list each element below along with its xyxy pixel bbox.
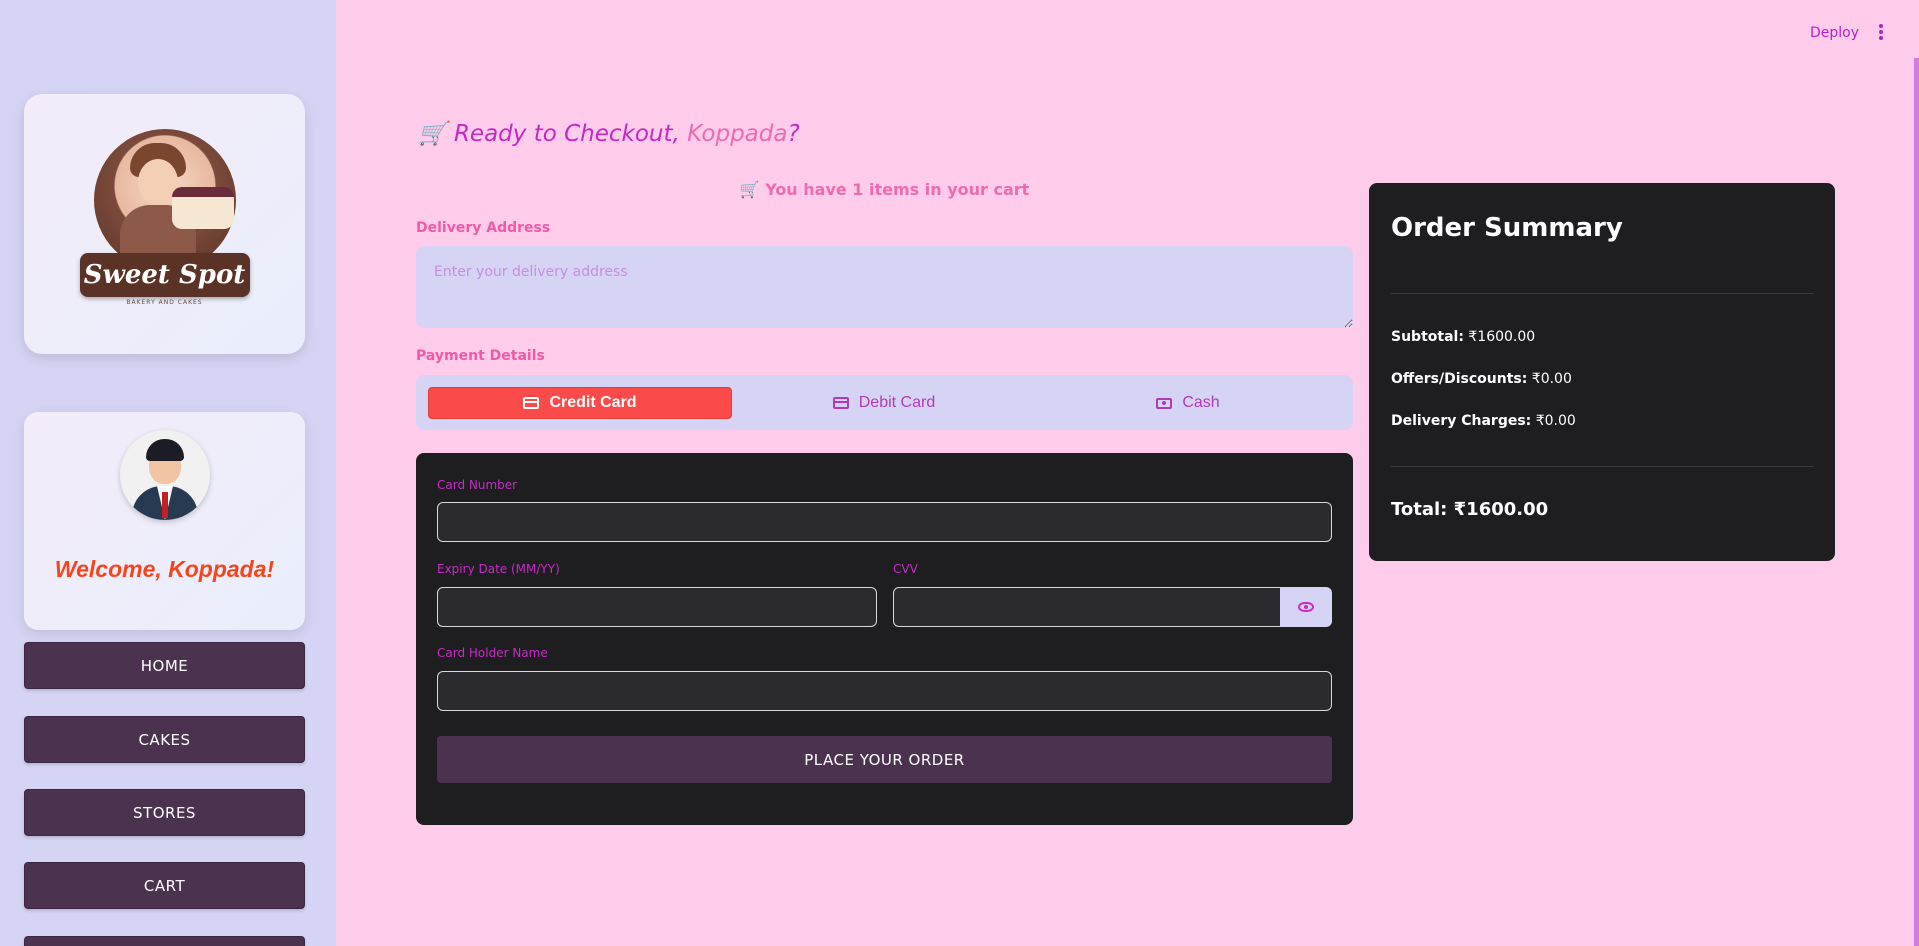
divider [1391,466,1813,467]
cart-count-text: 🛒 You have 1 items in your cart [739,180,1030,199]
sidebar: Sweet Spot BAKERY AND CAKES Welcome, Kop… [0,0,336,946]
logo-subtext: BAKERY AND CAKES [126,299,203,306]
expiry-date-label: Expiry Date (MM/YY) [437,562,560,576]
nav-cart-button[interactable]: CART [24,862,305,909]
tab-debit-card[interactable]: Debit Card [732,387,1036,419]
nav-home-button[interactable]: HOME [24,642,305,689]
tab-credit-card[interactable]: Credit Card [428,387,732,419]
show-password-button[interactable] [1280,587,1332,627]
order-total: Total: ₹1600.00 [1391,499,1549,520]
delivery-address-label: Delivery Address [416,220,551,236]
avatar [120,430,210,520]
card-number-label: Card Number [437,478,518,492]
page-title: 🛒 Ready to Checkout, Koppada? [418,121,800,147]
debit-card-icon [832,397,849,409]
scrollbar[interactable] [1914,58,1919,946]
payment-details-label: Payment Details [416,348,545,364]
cvv-label: CVV [893,562,918,576]
expiry-date-input[interactable] [437,587,877,627]
tab-cash[interactable]: Cash [1036,387,1340,419]
cvv-input[interactable] [893,587,1282,627]
nav-cakes-button[interactable]: CAKES [24,716,305,763]
nav-stores-button[interactable]: STORES [24,789,305,836]
subtotal-line: Subtotal: ₹1600.00 [1391,329,1536,345]
delivery-address-input[interactable] [416,246,1353,328]
nav-more-button[interactable] [24,936,305,946]
card-number-input[interactable] [437,502,1332,542]
place-order-button[interactable]: PLACE YOUR ORDER [437,736,1332,783]
deploy-button[interactable]: Deploy [1810,25,1859,41]
card-holder-label: Card Holder Name [437,646,548,660]
more-menu-icon[interactable] [1876,22,1886,44]
card-form: Card Number Expiry Date (MM/YY) CVV Card… [416,453,1353,825]
order-summary-title: Order Summary [1391,213,1623,243]
cash-icon [1156,397,1173,409]
sweet-spot-logo: Sweet Spot BAKERY AND CAKES [79,129,250,319]
profile-card: Welcome, Koppada! [24,412,305,630]
order-summary: Order Summary Subtotal: ₹1600.00 Offers/… [1369,183,1835,561]
welcome-message: Welcome, Koppada! [54,556,275,582]
delivery-charges-line: Delivery Charges: ₹0.00 [1391,413,1576,429]
eye-icon [1298,602,1314,612]
divider [1391,293,1813,294]
logo-card: Sweet Spot BAKERY AND CAKES [24,94,305,354]
credit-card-icon [523,397,540,409]
logo-text: Sweet Spot [83,260,246,290]
payment-tabs: Credit Card Debit Card Cash [416,375,1353,430]
discount-line: Offers/Discounts: ₹0.00 [1391,371,1572,387]
card-holder-input[interactable] [437,671,1332,711]
